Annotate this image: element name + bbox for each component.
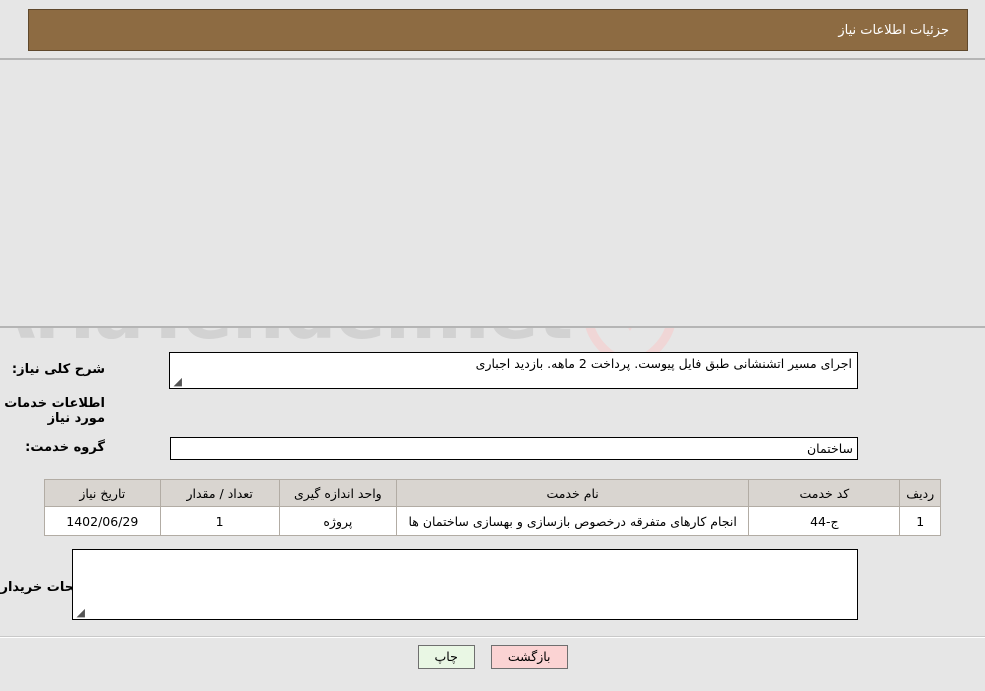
need-info-panel [0,58,985,328]
buyer-notes-textarea[interactable]: ◢ [72,549,858,620]
description-label: شرح کلی نیاز: [11,362,105,377]
print-button[interactable]: چاپ [417,645,475,669]
cell-qty: 1 [159,506,280,536]
cell-unit: پروژه [278,506,398,536]
services-section-title: اطلاعات خدمات مورد نیاز [4,396,105,426]
page-title: جزئیات اطلاعات نیاز [838,22,949,38]
cell-date: 1402/06/29 [44,506,161,536]
service-group-label: گروه خدمت: [25,440,105,455]
cell-code: ج-44 [748,506,901,536]
col-unit: واحد اندازه گیری [278,479,398,507]
service-group-field[interactable]: ساختمان [170,437,858,460]
page-title-bar: جزئیات اطلاعات نیاز [28,9,968,51]
services-table: ردیف کد خدمت نام خدمت واحد اندازه گیری ت… [44,479,941,536]
resize-handle-icon[interactable]: ◢ [172,376,182,387]
col-code: کد خدمت [748,479,901,507]
col-qty: تعداد / مقدار [159,479,280,507]
cell-radif: 1 [899,506,941,536]
table-header-row: ردیف کد خدمت نام خدمت واحد اندازه گیری ت… [44,479,941,507]
buyer-notes-resize-handle-icon[interactable]: ◢ [75,607,85,618]
footer-buttons: بازگشت چاپ [0,645,985,669]
description-text: اجرای مسیر اتشنشانی طبق فایل پیوست. پردا… [475,356,852,371]
cell-name: انجام کارهای متفرقه درخصوص بازسازی و بهس… [396,506,750,536]
table-row: 1 ج-44 انجام کارهای متفرقه درخصوص بازساز… [44,506,941,536]
col-radif: ردیف [899,479,941,507]
col-name: نام خدمت [396,479,750,507]
page-root: AriaTender.net جزئیات اطلاعات نیاز شماره… [0,0,985,691]
footer-divider [0,636,985,638]
description-textarea[interactable]: اجرای مسیر اتشنشانی طبق فایل پیوست. پردا… [169,352,858,389]
back-button[interactable]: بازگشت [490,645,568,669]
col-date: تاریخ نیاز [44,479,161,507]
